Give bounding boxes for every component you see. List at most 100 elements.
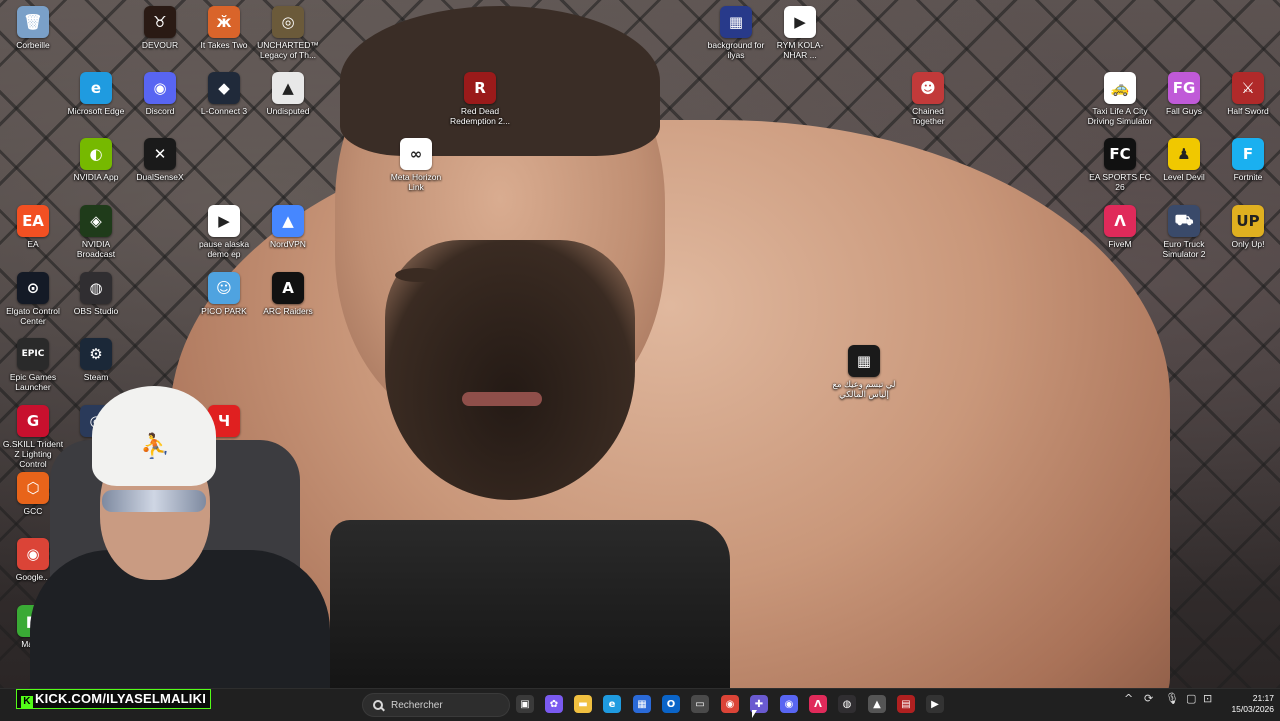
desktop-icon-label: UNCHARTED™ Legacy of Th...: [257, 40, 319, 60]
desktop-icon-meta-horizon[interactable]: ∞ Meta Horizon Link: [383, 138, 449, 192]
desktop-icon-label: Euro Truck Simulator 2: [1162, 239, 1206, 259]
desktop-icon-label: Only Up!: [1231, 239, 1265, 249]
desktop-icon-fivem[interactable]: Λ FiveM: [1087, 205, 1153, 249]
kick-logo-icon: K: [21, 696, 33, 708]
taskbar-search-box[interactable]: Rechercher: [362, 693, 510, 717]
ea-fc26-icon: FC: [1104, 138, 1136, 170]
desktop-icon-level-devil[interactable]: ♟ Level Devil: [1151, 138, 1217, 182]
taskbar-app-task-view-icon[interactable]: ▣: [516, 695, 534, 713]
desktop-icon-taxi-life[interactable]: 🚕 Taxi Life A City Driving Simulator: [1087, 72, 1153, 126]
desktop-icon-ea[interactable]: EA EA: [0, 205, 66, 249]
desktop-icon-arabic-file[interactable]: ▦ لي تبسم وعيك مع إلياس المالكي: [831, 345, 897, 399]
nvidia-app-icon: ◐: [80, 138, 112, 170]
desktop-icon-corbeille[interactable]: 🗑 Corbeille: [0, 6, 66, 50]
desktop-icon-label: NVIDIA Broadcast: [76, 239, 116, 259]
l-connect-icon: ◆: [208, 72, 240, 104]
taskbar-app-file-explorer-icon[interactable]: ▬: [574, 695, 592, 713]
fighter-beard: [385, 240, 635, 500]
desktop-icon-dualsensex[interactable]: ✕ DualSenseX: [127, 138, 193, 182]
taskbar-app-copilot-icon[interactable]: ✿: [545, 695, 563, 713]
desktop-icon-euro-truck[interactable]: ⛟ Euro Truck Simulator 2: [1151, 205, 1217, 259]
tray-network-icon[interactable]: ⊡: [1203, 692, 1212, 705]
desktop-icon-devour[interactable]: ♉ DEVOUR: [127, 6, 193, 50]
desktop-icon-half-sword[interactable]: ⚔ Half Sword: [1215, 72, 1280, 116]
desktop-icon-uncharted[interactable]: ◎ UNCHARTED™ Legacy of Th...: [255, 6, 321, 60]
nvidia-broadcast-icon: ◈: [80, 205, 112, 237]
fortnite-icon: F: [1232, 138, 1264, 170]
desktop-icon-label: Meta Horizon Link: [390, 172, 442, 192]
desktop-icon-ea-fc26[interactable]: FC EA SPORTS FC 26: [1087, 138, 1153, 192]
desktop-icon-label: Undisputed: [266, 106, 310, 116]
desktop-icon-label: It Takes Two: [200, 40, 248, 50]
tray-overflow-chevron-icon[interactable]: ^: [1124, 692, 1133, 705]
half-sword-icon: ⚔: [1232, 72, 1264, 104]
steam-icon: ⚙: [80, 338, 112, 370]
desktop-icon-label: Fall Guys: [1166, 106, 1202, 116]
desktop-icon-it-takes-two[interactable]: ӂ It Takes Two: [191, 6, 257, 50]
tray-mic-icon[interactable]: 🎙: [1165, 692, 1179, 705]
clock-time: 21:17: [1252, 693, 1274, 703]
desktop-icon-label: pause alaska demo ep: [198, 239, 250, 259]
desktop-icon-label: PICO PARK: [201, 306, 247, 316]
desktop-icon-obs[interactable]: ◍ OBS Studio: [63, 272, 129, 316]
taskbar-app-player-icon[interactable]: ▶: [926, 695, 944, 713]
taskbar-app-discord-icon[interactable]: ◉: [780, 695, 798, 713]
desktop-icon-microsoft-edge[interactable]: e Microsoft Edge: [63, 72, 129, 116]
desktop-icon-label: NordVPN: [270, 239, 306, 249]
desktop-icon-fortnite[interactable]: F Fortnite: [1215, 138, 1280, 182]
desktop-icon-steam[interactable]: ⚙ Steam: [63, 338, 129, 382]
desktop-icon-pause-alaska[interactable]: ▶ pause alaska demo ep: [191, 205, 257, 259]
fall-guys-icon: FG: [1168, 72, 1200, 104]
tray-sync-icon[interactable]: ⟳: [1144, 692, 1153, 705]
clock-date: 15/03/2026: [1231, 704, 1274, 714]
desktop-icon-label: Half Sword: [1227, 106, 1269, 116]
taskbar-app-inbox-app-icon[interactable]: ▭: [691, 695, 709, 713]
webcam-overlay: ⛹: [10, 380, 330, 700]
taskbar-app-undisputed-icon[interactable]: ▲: [868, 695, 886, 713]
desktop-icon-rym[interactable]: ▶ RYM KOLA-NHAR ...: [767, 6, 833, 60]
taskbar-app-media-app-icon[interactable]: ▤: [897, 695, 915, 713]
desktop-icon-label: FiveM: [1108, 239, 1132, 249]
desktop-icon-label: Corbeille: [16, 40, 50, 50]
desktop-icon-label: L-Connect 3: [200, 106, 248, 116]
desktop-icon-nordvpn[interactable]: ▲ NordVPN: [255, 205, 321, 249]
desktop-icon-pico-park[interactable]: ☺ PICO PARK: [191, 272, 257, 316]
desktop-icon-background-ilyas[interactable]: ▦ background for ilyas: [703, 6, 769, 60]
pause-alaska-icon: ▶: [208, 205, 240, 237]
discord-icon: ◉: [144, 72, 176, 104]
desktop-icon-elgato[interactable]: ⊙ Elgato Control Center: [0, 272, 66, 326]
devour-icon: ♉: [144, 6, 176, 38]
desktop-icon-nvidia-broadcast[interactable]: ◈ NVIDIA Broadcast: [63, 205, 129, 259]
taskbar-app-store-icon[interactable]: ▦: [633, 695, 651, 713]
desktop-icon-l-connect[interactable]: ◆ L-Connect 3: [191, 72, 257, 116]
desktop-icon-chained-together[interactable]: ☻ Chained Together: [895, 72, 961, 126]
desktop-icon-label: Discord: [145, 106, 175, 116]
taskbar-app-chrome-icon[interactable]: ◉: [721, 695, 739, 713]
taskbar-app-edge-icon[interactable]: e: [603, 695, 621, 713]
desktop-icon-arc-raiders[interactable]: A ARC Raiders: [255, 272, 321, 316]
streamer-glasses: [102, 490, 206, 512]
background-ilyas-icon: ▦: [720, 6, 752, 38]
taskbar-app-obs-icon[interactable]: ◍: [838, 695, 856, 713]
only-up-icon: UP: [1232, 205, 1264, 237]
desktop-icon-nvidia-app[interactable]: ◐ NVIDIA App: [63, 138, 129, 182]
search-icon: [373, 700, 383, 710]
tray-display-icon[interactable]: ▢: [1186, 692, 1196, 705]
desktop-icon-label: DualSenseX: [136, 172, 184, 182]
taskbar-app-outlook-icon[interactable]: O: [662, 695, 680, 713]
taxi-life-icon: 🚕: [1104, 72, 1136, 104]
microsoft-edge-icon: e: [80, 72, 112, 104]
undisputed-icon: ▲: [272, 72, 304, 104]
elgato-icon: ⊙: [17, 272, 49, 304]
taskbar-clock[interactable]: 21:17 15/03/2026: [1222, 693, 1274, 715]
euro-truck-icon: ⛟: [1168, 205, 1200, 237]
epic-icon: EPIC: [17, 338, 49, 370]
desktop-icon-only-up[interactable]: UP Only Up!: [1215, 205, 1280, 249]
taskbar-app-fivem-icon[interactable]: Λ: [809, 695, 827, 713]
desktop-icon-red-dead[interactable]: R Red Dead Redemption 2...: [447, 72, 513, 126]
desktop-icon-label: DEVOUR: [141, 40, 179, 50]
desktop-icon-discord[interactable]: ◉ Discord: [127, 72, 193, 116]
desktop-icon-undisputed[interactable]: ▲ Undisputed: [255, 72, 321, 116]
desktop-icon-fall-guys[interactable]: FG Fall Guys: [1151, 72, 1217, 116]
rym-icon: ▶: [784, 6, 816, 38]
